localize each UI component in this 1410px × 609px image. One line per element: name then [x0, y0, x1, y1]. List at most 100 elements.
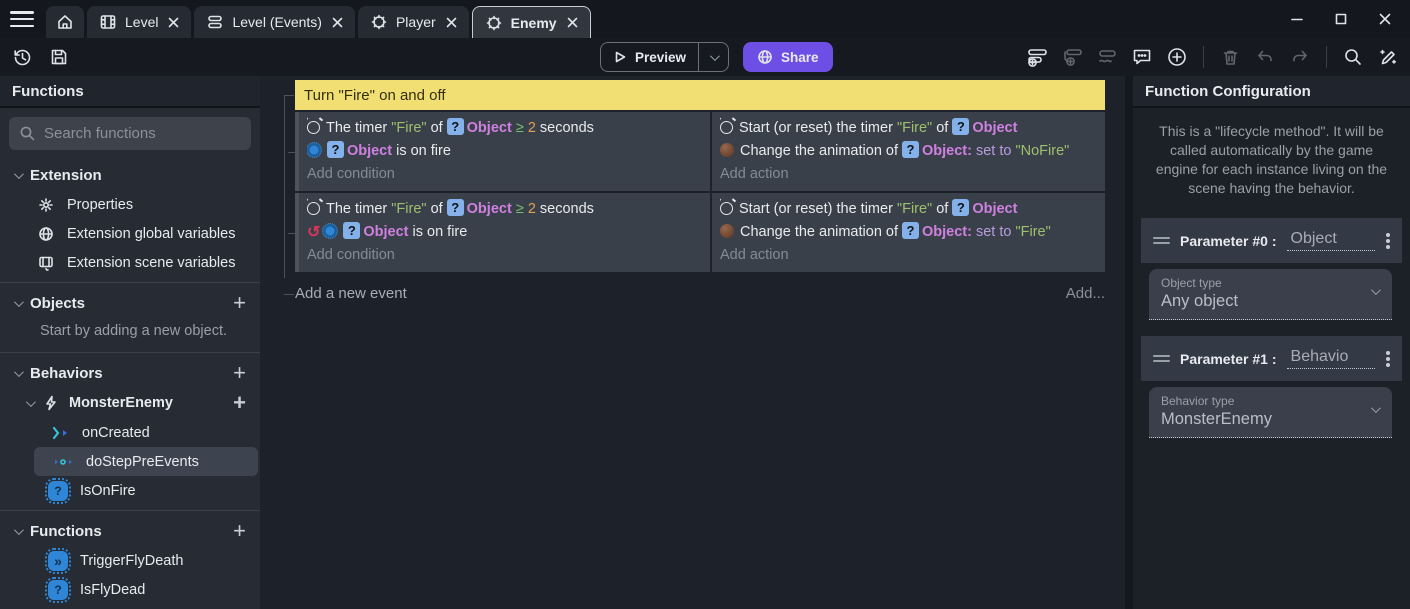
- redo-icon[interactable]: [1288, 45, 1312, 69]
- delete-icon[interactable]: [1218, 45, 1242, 69]
- event-row[interactable]: The timer "Fire" of ?Object ≥ 2 seconds …: [295, 112, 1105, 191]
- add-other-event-icon[interactable]: [1095, 45, 1119, 69]
- hamburger-menu-icon[interactable]: [10, 11, 34, 27]
- item-label: Properties: [67, 197, 133, 213]
- version-history-icon[interactable]: [12, 47, 33, 68]
- item-label: Extension scene variables: [67, 255, 235, 271]
- add-function-button[interactable]: +: [233, 520, 246, 542]
- functions-sidebar: Functions Extension Properties Extension…: [0, 76, 260, 609]
- action-line[interactable]: Change the animation of ?Object: set to …: [720, 221, 1097, 244]
- parameter-name-input[interactable]: Behavio: [1287, 348, 1375, 369]
- condition-line[interactable]: ?Object is on fire: [307, 140, 702, 163]
- tab-label: Level: [125, 14, 158, 30]
- parameter-name-input[interactable]: Object: [1287, 230, 1375, 251]
- drag-handle-icon[interactable]: [1153, 237, 1170, 244]
- section-label: Functions: [30, 523, 102, 540]
- drag-handle-icon[interactable]: [1153, 355, 1170, 362]
- search-functions-input[interactable]: [44, 125, 241, 142]
- sidebar-item-extension-global-variables[interactable]: Extension global variables: [0, 219, 260, 248]
- close-tab-icon[interactable]: [332, 17, 343, 28]
- sidebar-item-dosteppreevents[interactable]: doStepPreEvents: [34, 447, 258, 476]
- add-object-button[interactable]: +: [233, 292, 246, 314]
- sidebar-item-isflydead[interactable]: IsFlyDead: [0, 575, 260, 604]
- parameter-row-1[interactable]: Parameter #1 : Behavio: [1141, 336, 1402, 381]
- chevron-down-icon: [14, 525, 24, 535]
- actions-cell[interactable]: Start (or reset) the timer "Fire" of ?Ob…: [712, 193, 1105, 272]
- item-label: IsFlyDead: [80, 582, 145, 598]
- lifecycle-description: This is a "lifecycle method". It will be…: [1133, 108, 1410, 208]
- sidebar-header: Functions: [0, 76, 260, 108]
- add-comment-icon[interactable]: [1130, 45, 1154, 69]
- edit-extension-icon[interactable]: [1376, 45, 1400, 69]
- add-new-event-link[interactable]: Add a new event: [295, 285, 407, 302]
- minimize-button[interactable]: [1290, 12, 1304, 26]
- conditions-cell[interactable]: The timer "Fire" of ?Object ≥ 2 seconds …: [299, 112, 710, 191]
- object-type-select[interactable]: Object type Any object: [1149, 269, 1392, 320]
- preview-button[interactable]: Preview: [601, 50, 698, 65]
- gdevelop-window: Level Level (Events) Player Enemy: [0, 0, 1410, 609]
- add-action-link[interactable]: Add action: [720, 163, 1097, 185]
- close-tab-icon[interactable]: [168, 17, 179, 28]
- actions-cell[interactable]: Start (or reset) the timer "Fire" of ?Ob…: [712, 112, 1105, 191]
- tab-home[interactable]: [46, 6, 84, 38]
- section-label: Objects: [30, 295, 85, 312]
- close-tab-icon[interactable]: [567, 17, 578, 28]
- add-more-link[interactable]: Add...: [1066, 285, 1105, 302]
- parameter-label: Parameter #1 :: [1180, 351, 1277, 367]
- behavior-monsterenemy[interactable]: MonsterEnemy +: [0, 388, 260, 418]
- extension-icon: [370, 13, 388, 31]
- undo-icon[interactable]: [1253, 45, 1277, 69]
- maximize-button[interactable]: [1334, 12, 1348, 26]
- conditions-cell[interactable]: The timer "Fire" of ?Object ≥ 2 seconds …: [299, 193, 710, 272]
- panel-header: Function Configuration: [1133, 76, 1410, 108]
- play-icon: [613, 50, 627, 64]
- add-event-icon[interactable]: [1025, 45, 1049, 69]
- sidebar-item-extension-scene-variables[interactable]: Extension scene variables: [0, 248, 260, 277]
- action-line[interactable]: Start (or reset) the timer "Fire" of ?Ob…: [720, 117, 1097, 140]
- section-behaviors[interactable]: Behaviors +: [0, 358, 260, 388]
- tab-enemy[interactable]: Enemy: [472, 6, 591, 38]
- sidebar-item-properties[interactable]: Properties: [0, 190, 260, 219]
- preview-options-dropdown[interactable]: [698, 43, 728, 71]
- sidebar-item-isonfire[interactable]: IsOnFire: [0, 476, 260, 505]
- kebab-menu-icon[interactable]: [1386, 357, 1390, 361]
- condition-line[interactable]: The timer "Fire" of ?Object ≥ 2 seconds: [307, 198, 702, 221]
- share-label: Share: [781, 50, 819, 65]
- search-functions-box[interactable]: [9, 117, 251, 150]
- close-tab-icon[interactable]: [446, 17, 457, 28]
- parameter-label: Parameter #0 :: [1180, 233, 1277, 249]
- kebab-menu-icon[interactable]: [1386, 239, 1390, 243]
- add-condition-link[interactable]: Add condition: [307, 163, 702, 185]
- add-action-link[interactable]: Add action: [720, 244, 1097, 266]
- tab-player[interactable]: Player: [358, 6, 469, 38]
- save-icon[interactable]: [49, 47, 69, 67]
- add-condition-link[interactable]: Add condition: [307, 244, 702, 266]
- parameter-row-0[interactable]: Parameter #0 : Object: [1141, 218, 1402, 263]
- action-line[interactable]: Change the animation of ?Object: set to …: [720, 140, 1097, 163]
- function-configuration-panel: Function Configuration This is a "lifecy…: [1133, 76, 1410, 609]
- add-behavior-button[interactable]: +: [233, 362, 246, 384]
- preview-button-group: Preview: [600, 42, 729, 72]
- globe-icon: [757, 49, 773, 65]
- tab-level[interactable]: Level: [87, 6, 191, 38]
- share-button[interactable]: Share: [743, 42, 833, 72]
- action-line[interactable]: Start (or reset) the timer "Fire" of ?Ob…: [720, 198, 1097, 221]
- choose-add-event-icon[interactable]: [1165, 45, 1189, 69]
- condition-line[interactable]: The timer "Fire" of ?Object ≥ 2 seconds: [307, 117, 702, 140]
- condition-line[interactable]: ↺?Object is on fire: [307, 221, 702, 244]
- sidebar-item-oncreated[interactable]: onCreated: [0, 418, 260, 447]
- add-subevent-icon[interactable]: [1060, 45, 1084, 69]
- tab-label: Level (Events): [232, 14, 321, 30]
- behavior-type-select[interactable]: Behavior type MonsterEnemy: [1149, 387, 1392, 438]
- window-controls: [1290, 0, 1410, 38]
- section-functions[interactable]: Functions +: [0, 516, 260, 546]
- section-extension[interactable]: Extension: [0, 160, 260, 190]
- section-objects[interactable]: Objects +: [0, 288, 260, 318]
- event-comment[interactable]: Turn "Fire" on and off: [295, 80, 1105, 110]
- sidebar-item-triggerflydeath[interactable]: TriggerFlyDeath: [0, 546, 260, 575]
- search-icon[interactable]: [1341, 45, 1365, 69]
- close-window-button[interactable]: [1378, 12, 1392, 26]
- add-behavior-function-button[interactable]: +: [233, 392, 246, 414]
- tab-level-events[interactable]: Level (Events): [194, 6, 354, 38]
- event-row[interactable]: The timer "Fire" of ?Object ≥ 2 seconds …: [295, 193, 1105, 272]
